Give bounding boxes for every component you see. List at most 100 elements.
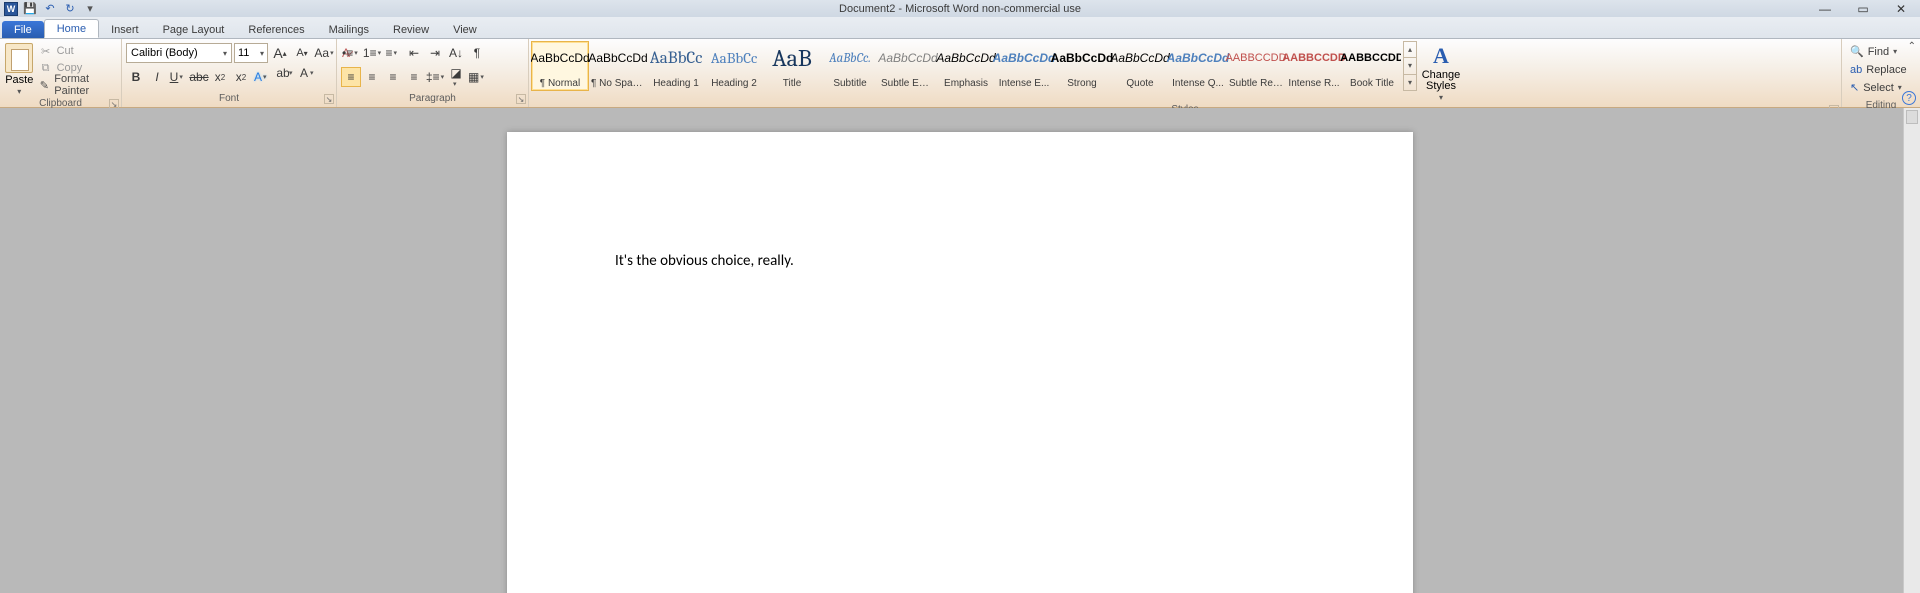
word-app-icon: W: [4, 2, 18, 16]
outdent-button[interactable]: ⇤: [404, 43, 424, 63]
style-item-3[interactable]: AaBbCcHeading 2: [705, 41, 763, 91]
align-left-button[interactable]: ≡: [341, 67, 361, 87]
tab-mailings[interactable]: Mailings: [317, 21, 381, 38]
quick-access-toolbar: W 💾 ↶ ↻ ▾: [0, 1, 98, 17]
page[interactable]: It's the obvious choice, really.: [507, 132, 1413, 593]
qat-customize-icon[interactable]: ▾: [82, 1, 98, 17]
style-name-label: Subtle Em...: [881, 78, 935, 89]
maximize-button[interactable]: ▭: [1844, 0, 1882, 17]
numbering-button[interactable]: 1≡▾: [362, 43, 382, 63]
style-item-1[interactable]: AaBbCcDd¶ No Spaci...: [589, 41, 647, 91]
sort-button[interactable]: A↓: [446, 43, 466, 63]
style-preview: AaBbCcDd: [1110, 44, 1169, 72]
style-item-9[interactable]: AaBbCcDdStrong: [1053, 41, 1111, 91]
replace-icon: ab: [1850, 64, 1862, 76]
style-item-2[interactable]: AaBbCcHeading 1: [647, 41, 705, 91]
paste-label: Paste: [5, 74, 33, 86]
redo-icon[interactable]: ↻: [62, 1, 78, 17]
align-center-button[interactable]: ≡: [362, 67, 382, 87]
group-styles: AaBbCcDd¶ NormalAaBbCcDd¶ No Spaci...AaB…: [529, 39, 1842, 107]
style-name-label: ¶ No Spaci...: [591, 78, 645, 89]
paste-button[interactable]: Paste ▾: [4, 41, 35, 96]
group-label-font: Font: [219, 93, 239, 104]
style-name-label: Intense Q...: [1171, 78, 1225, 89]
tab-references[interactable]: References: [236, 21, 316, 38]
ruler-toggle-icon[interactable]: [1906, 110, 1918, 124]
line-spacing-button[interactable]: ‡≡▾: [425, 67, 445, 87]
cut-button[interactable]: ✂Cut: [37, 43, 117, 59]
tab-review[interactable]: Review: [381, 21, 441, 38]
superscript-button[interactable]: x2: [231, 67, 251, 87]
style-name-label: Quote: [1113, 78, 1167, 89]
justify-button[interactable]: ≡: [404, 67, 424, 87]
style-item-0[interactable]: AaBbCcDd¶ Normal: [531, 41, 589, 91]
document-area: It's the obvious choice, really.: [0, 108, 1920, 593]
paragraph-launcher-icon[interactable]: ↘: [516, 94, 526, 104]
font-launcher-icon[interactable]: ↘: [324, 94, 334, 104]
replace-button[interactable]: abReplace: [1850, 61, 1907, 78]
shading-button[interactable]: ◪▾: [446, 67, 466, 87]
group-paragraph: •≡▾ 1≡▾ ≡▾ ⇤ ⇥ A↓ ¶ ≡ ≡ ≡ ≡ ‡≡▾ ◪▾ ▦▾: [337, 39, 529, 107]
borders-button[interactable]: ▦▾: [467, 67, 487, 87]
bullets-button[interactable]: •≡▾: [341, 43, 361, 63]
style-preview: AaBbCcDd: [1167, 44, 1230, 72]
style-preview: AaBbCc: [711, 44, 758, 72]
style-item-11[interactable]: AaBbCcDd Intense Q...: [1169, 41, 1227, 91]
text-effects-button[interactable]: A▾: [252, 67, 272, 87]
tab-page-layout[interactable]: Page Layout: [151, 21, 237, 38]
align-right-button[interactable]: ≡: [383, 67, 403, 87]
style-item-8[interactable]: AaBbCcDdIntense E...: [995, 41, 1053, 91]
shrink-font-button[interactable]: A▾: [292, 43, 312, 63]
highlight-button[interactable]: ab▾: [273, 67, 293, 87]
style-item-4[interactable]: AaBTitle: [763, 41, 821, 91]
save-icon[interactable]: 💾: [22, 1, 38, 17]
ribbon-min-toggle[interactable]: ⌃: [1908, 41, 1916, 52]
tab-home[interactable]: Home: [44, 19, 99, 38]
change-case-button[interactable]: Aa▾: [314, 43, 334, 63]
gallery-up-button[interactable]: ▴: [1404, 42, 1416, 58]
font-size-combo[interactable]: 11▾: [234, 43, 268, 63]
font-name-combo[interactable]: Calibri (Body)▾: [126, 43, 232, 63]
subscript-button[interactable]: x2: [210, 67, 230, 87]
tab-file[interactable]: File: [2, 21, 44, 38]
style-item-5[interactable]: AaBbCc.Subtitle: [821, 41, 879, 91]
minimize-button[interactable]: —: [1806, 0, 1844, 17]
italic-button[interactable]: I: [147, 67, 167, 87]
strike-button[interactable]: abc: [189, 67, 209, 87]
show-marks-button[interactable]: ¶: [467, 43, 487, 63]
gallery-more-button[interactable]: ▾: [1404, 75, 1416, 90]
ribbon: Paste ▾ ✂Cut ⧉Copy ✎Format Painter Clipb…: [0, 39, 1920, 108]
change-styles-icon: A: [1433, 43, 1449, 69]
font-color-button[interactable]: A▾: [294, 67, 314, 87]
title-bar: W 💾 ↶ ↻ ▾ Document2 - Microsoft Word non…: [0, 0, 1920, 17]
select-button[interactable]: ↖Select▾: [1850, 79, 1907, 96]
tab-insert[interactable]: Insert: [99, 21, 151, 38]
format-painter-button[interactable]: ✎Format Painter: [37, 77, 117, 93]
copy-icon: ⧉: [39, 61, 53, 75]
gallery-down-button[interactable]: ▾: [1404, 58, 1416, 74]
close-button[interactable]: ✕: [1882, 0, 1920, 17]
body-text[interactable]: It's the obvious choice, really.: [615, 252, 1305, 270]
indent-button[interactable]: ⇥: [425, 43, 445, 63]
undo-icon[interactable]: ↶: [42, 1, 58, 17]
style-preview: AABBCCDD: [1340, 44, 1401, 72]
style-preview: AABBCCDD: [1282, 44, 1346, 72]
find-button[interactable]: 🔍Find▾: [1850, 43, 1907, 60]
style-item-7[interactable]: AaBbCcDdEmphasis: [937, 41, 995, 91]
style-item-12[interactable]: AABBCCDDSubtle Ref...: [1227, 41, 1285, 91]
help-icon[interactable]: ?: [1902, 91, 1916, 105]
multilevel-button[interactable]: ≡▾: [383, 43, 403, 63]
style-item-13[interactable]: AABBCCDDIntense R...: [1285, 41, 1343, 91]
style-name-label: Subtitle: [823, 78, 877, 89]
underline-button[interactable]: U▾: [168, 67, 188, 87]
style-item-14[interactable]: AABBCCDDBook Title: [1343, 41, 1401, 91]
style-name-label: Intense E...: [997, 78, 1051, 89]
bold-button[interactable]: B: [126, 67, 146, 87]
style-item-10[interactable]: AaBbCcDd Quote: [1111, 41, 1169, 91]
tab-view[interactable]: View: [441, 21, 489, 38]
grow-font-button[interactable]: A▴: [270, 43, 290, 63]
group-label-paragraph: Paragraph: [409, 93, 456, 104]
style-item-6[interactable]: AaBbCcDdSubtle Em...: [879, 41, 937, 91]
vertical-scrollbar[interactable]: [1903, 108, 1920, 593]
change-styles-button[interactable]: A Change Styles ▾: [1419, 41, 1463, 104]
